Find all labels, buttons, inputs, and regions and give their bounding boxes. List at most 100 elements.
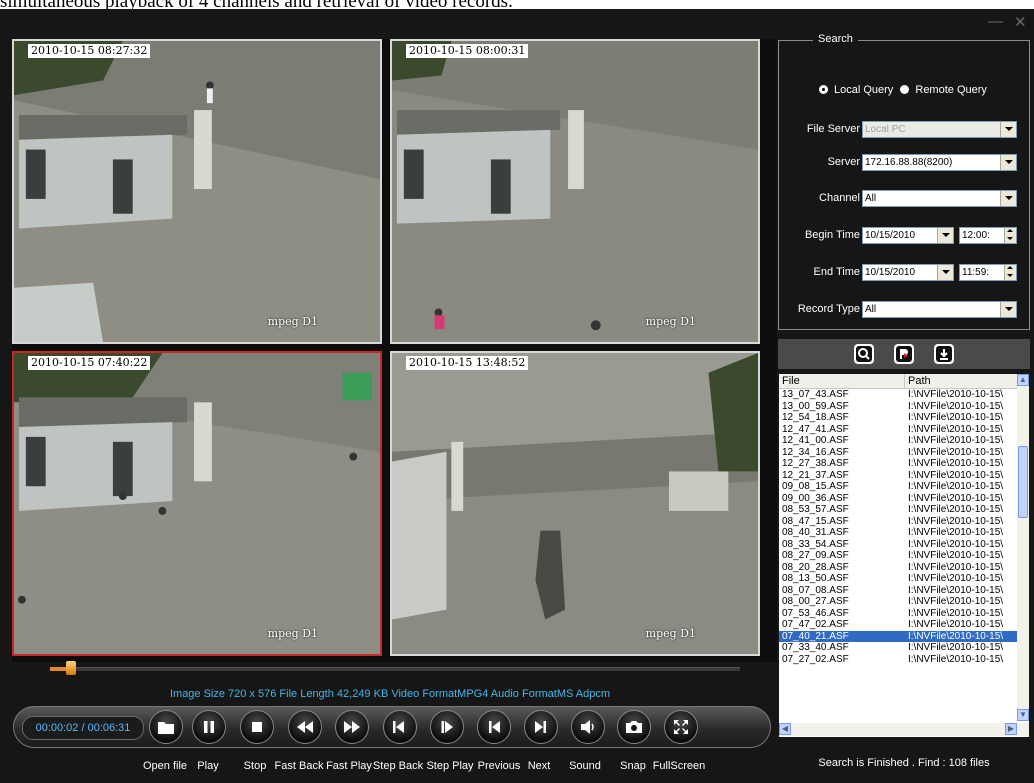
video-pane-4[interactable]: 2010-10-15 13:48:52 mpeg D1	[390, 351, 760, 656]
step-back-icon	[393, 721, 404, 733]
video-grid: 2010-10-15 08:27:32 mpeg D1 2010-10-15 0…	[12, 39, 777, 662]
list-item[interactable]: 07_27_02.ASF I:\NVFile\2010-10-15\	[779, 654, 1017, 666]
file-server-select: Local PC	[862, 120, 1017, 138]
video-pane-2[interactable]: 2010-10-15 08:00:31 mpeg D1	[390, 39, 760, 344]
scroll-left-icon[interactable]: ◀	[779, 723, 791, 735]
close-icon[interactable]: ✕	[1014, 13, 1027, 31]
column-header-path[interactable]: Path	[905, 374, 931, 388]
file-path: I:\NVFile\2010-10-15\	[908, 423, 1004, 435]
file-name: 12_34_16.ASF	[782, 446, 849, 458]
download-icon	[936, 346, 952, 362]
list-item[interactable]: 08_47_15.ASF I:\NVFile\2010-10-15\	[779, 516, 1017, 528]
scroll-down-icon[interactable]: ▼	[1017, 709, 1029, 721]
list-item[interactable]: 08_20_28.ASF I:\NVFile\2010-10-15\	[779, 562, 1017, 574]
play-button[interactable]	[192, 710, 226, 744]
file-name: 08_00_27.ASF	[782, 596, 849, 607]
fast-back-button[interactable]	[288, 710, 322, 744]
open-file-button[interactable]	[149, 710, 183, 744]
chevron-down-icon[interactable]	[1000, 301, 1016, 317]
file-path: I:\NVFile\2010-10-15\	[908, 389, 1004, 400]
list-item[interactable]: 08_13_50.ASF I:\NVFile\2010-10-15\	[779, 573, 1017, 585]
next-button[interactable]	[524, 710, 558, 744]
horizontal-scrollbar[interactable]: ◀ ▶	[779, 723, 1029, 736]
next-caption: Next	[527, 760, 551, 772]
file-name: 08_20_28.ASF	[782, 561, 849, 573]
remote-query-radio[interactable]: Remote Query	[900, 84, 987, 96]
chevron-down-icon[interactable]	[1000, 154, 1016, 170]
step-play-button[interactable]	[430, 710, 464, 744]
record-type-label: Record Type	[797, 303, 860, 315]
list-item[interactable]: 07_40_21.ASF I:\NVFile\2010-10-15\	[779, 630, 1017, 642]
end-date-picker[interactable]: 10/15/2010	[862, 263, 954, 281]
download-button[interactable]	[934, 344, 954, 364]
video-pane-1[interactable]: 2010-10-15 08:27:32 mpeg D1	[12, 39, 382, 344]
file-name: 12_47_41.ASF	[782, 423, 849, 435]
chevron-down-icon[interactable]	[1000, 190, 1016, 206]
server-select[interactable]: 172.16.88.88(8200)	[862, 153, 1017, 171]
stop-caption: Stop	[243, 760, 267, 772]
begin-time-spinner[interactable]: 12:00:	[959, 226, 1017, 244]
channel-select[interactable]: All	[862, 189, 1017, 207]
scroll-thumb[interactable]	[1018, 446, 1028, 518]
camera-frame-4	[392, 353, 758, 654]
folder-icon	[158, 722, 174, 734]
snap-button[interactable]	[617, 710, 651, 744]
list-item[interactable]: 09_08_15.ASF I:\NVFile\2010-10-15\	[779, 481, 1017, 493]
list-item[interactable]: 12_21_37.ASF I:\NVFile\2010-10-15\	[779, 470, 1017, 482]
list-item[interactable]: 08_53_57.ASF I:\NVFile\2010-10-15\	[779, 504, 1017, 516]
file-server-label: File Server	[806, 123, 860, 135]
fast-play-button[interactable]	[335, 710, 369, 744]
list-item[interactable]: 13_07_43.ASF I:\NVFile\2010-10-15\	[779, 389, 1017, 401]
scroll-up-icon[interactable]: ▲	[1017, 374, 1029, 386]
list-item[interactable]: 07_47_02.ASF I:\NVFile\2010-10-15\	[779, 619, 1017, 631]
list-item[interactable]: 08_27_09.ASF I:\NVFile\2010-10-15\	[779, 550, 1017, 562]
list-item[interactable]: 07_33_40.ASF I:\NVFile\2010-10-15\	[779, 642, 1017, 654]
record-type-select[interactable]: All	[862, 300, 1017, 318]
spinner-icon[interactable]	[1004, 227, 1016, 243]
timestamp-overlay: 2010-10-15 07:40:22	[28, 356, 151, 370]
file-path: I:\NVFile\2010-10-15\	[908, 492, 1004, 504]
list-item[interactable]: 08_00_27.ASF I:\NVFile\2010-10-15\	[779, 596, 1017, 608]
vertical-scrollbar[interactable]: ▲ ▼	[1017, 374, 1029, 721]
server-value: 172.16.88.88(8200)	[865, 156, 953, 168]
file-path: I:\NVFile\2010-10-15\	[908, 469, 1004, 481]
video-pane-3[interactable]: 2010-10-15 07:40:22 mpeg D1	[12, 351, 382, 656]
playlist-button[interactable]	[894, 344, 914, 364]
spinner-icon[interactable]	[1004, 264, 1016, 280]
begin-date-picker[interactable]: 10/15/2010	[862, 226, 954, 244]
list-item[interactable]: 08_07_08.ASF I:\NVFile\2010-10-15\	[779, 585, 1017, 597]
list-item[interactable]: 13_00_59.ASF I:\NVFile\2010-10-15\	[779, 401, 1017, 413]
record-type-value: All	[865, 303, 877, 315]
scroll-right-icon[interactable]: ▶	[1005, 723, 1017, 735]
list-item[interactable]: 07_53_46.ASF I:\NVFile\2010-10-15\	[779, 608, 1017, 620]
step-back-caption: Step Back	[372, 760, 424, 772]
list-item[interactable]: 12_34_16.ASF I:\NVFile\2010-10-15\	[779, 447, 1017, 459]
end-time-spinner[interactable]: 11:59:	[959, 263, 1017, 281]
channel-label: Channel	[819, 192, 860, 204]
file-path: I:\NVFile\2010-10-15\	[908, 561, 1004, 573]
seek-handle[interactable]	[65, 661, 76, 675]
fullscreen-button[interactable]	[664, 710, 698, 744]
stop-button[interactable]	[240, 710, 274, 744]
chevron-down-icon[interactable]	[937, 227, 953, 243]
list-item[interactable]: 12_27_38.ASF I:\NVFile\2010-10-15\	[779, 458, 1017, 470]
codec-label: mpeg D1	[645, 315, 696, 328]
list-item[interactable]: 12_54_18.ASF I:\NVFile\2010-10-15\	[779, 412, 1017, 424]
step-back-button[interactable]	[383, 710, 417, 744]
timestamp-overlay: 2010-10-15 13:48:52	[406, 356, 529, 370]
list-item[interactable]: 12_41_00.ASF I:\NVFile\2010-10-15\	[779, 435, 1017, 447]
list-item[interactable]: 12_47_41.ASF I:\NVFile\2010-10-15\	[779, 424, 1017, 436]
list-item[interactable]: 08_40_31.ASF I:\NVFile\2010-10-15\	[779, 527, 1017, 539]
minimize-icon[interactable]: —	[988, 13, 1003, 30]
list-item[interactable]: 08_33_54.ASF I:\NVFile\2010-10-15\	[779, 539, 1017, 551]
seek-slider[interactable]	[50, 667, 740, 671]
sound-button[interactable]	[571, 710, 605, 744]
file-name: 07_53_46.ASF	[782, 607, 849, 619]
search-button[interactable]	[854, 344, 874, 364]
chevron-down-icon[interactable]	[937, 264, 953, 280]
column-header-file[interactable]: File	[779, 374, 905, 388]
timestamp-overlay: 2010-10-15 08:00:31	[406, 44, 529, 58]
list-item[interactable]: 09_00_36.ASF I:\NVFile\2010-10-15\	[779, 493, 1017, 505]
previous-button[interactable]	[477, 710, 511, 744]
local-query-radio[interactable]: Local Query	[819, 84, 893, 96]
